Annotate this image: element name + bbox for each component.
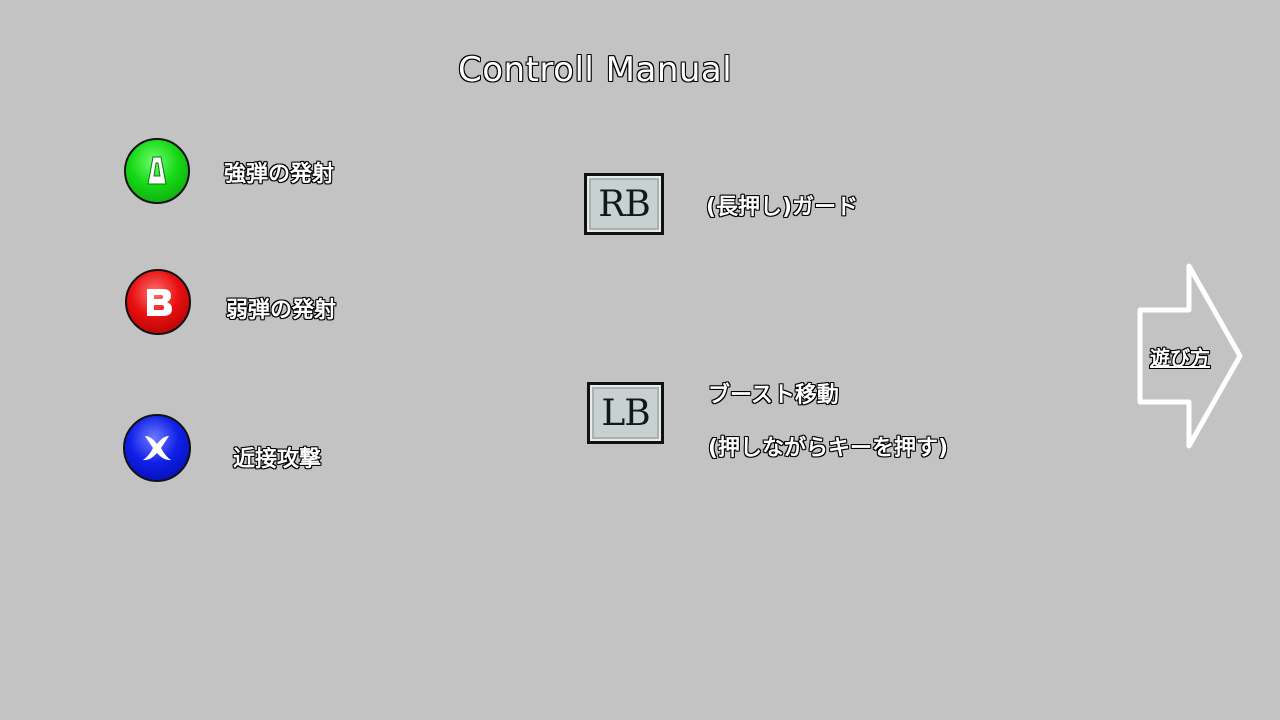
a-button-label: 強弾の発射 <box>224 162 335 187</box>
b-button-icon <box>125 269 191 335</box>
rb-button-label: (長押し)ガード <box>706 195 859 220</box>
x-button-label: 近接攻撃 <box>233 447 322 472</box>
next-page-button[interactable]: 遊び方 <box>1136 262 1246 452</box>
a-button-icon <box>124 138 190 204</box>
lb-button-label-line1: ブースト移動 <box>708 383 839 408</box>
next-page-label: 遊び方 <box>1150 346 1210 370</box>
b-button-label: 弱弾の発射 <box>226 298 337 323</box>
controll-manual-screen: Controll Manual 強弾の発射 弱弾の発射 近接攻撃 RB (長押し… <box>0 0 1280 720</box>
rb-button-icon: RB <box>584 173 664 235</box>
page-title: Controll Manual <box>458 50 733 90</box>
lb-button-icon: LB <box>587 382 664 444</box>
x-button-icon <box>123 414 191 482</box>
lb-button-label-line2: (押しながらキーを押す) <box>708 436 949 461</box>
